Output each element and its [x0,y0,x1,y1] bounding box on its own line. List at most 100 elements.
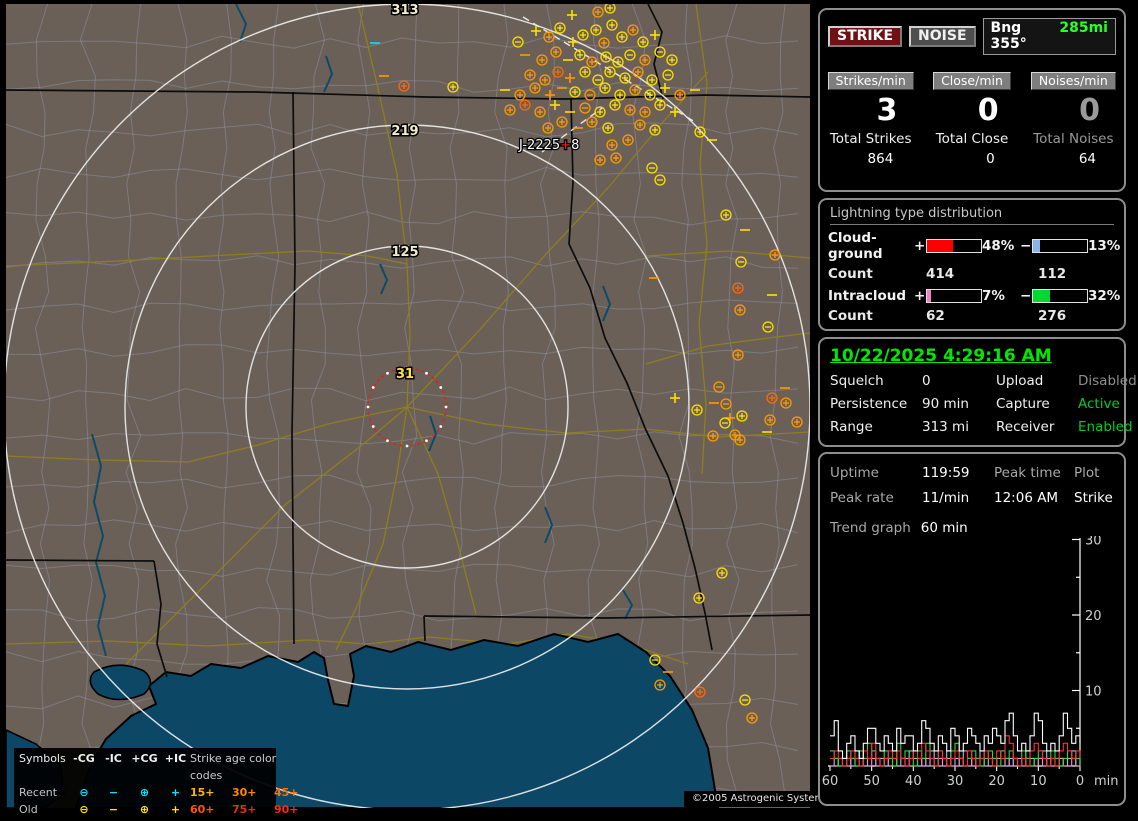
noise-mode-button[interactable]: NOISE [909,26,976,47]
strikes-per-min-value: 3 [876,93,898,128]
legend-col-pos-cg: +CG [131,752,158,765]
recent-neg-cg-icon: ⊖ [79,786,89,799]
cloud-ground-label: Cloud-ground [828,230,883,262]
legend-old-label: Old [19,803,38,816]
age-75: 75+ [232,803,257,816]
legend-recent-label: Recent [19,786,58,799]
trend-graph-label: Trend graph [830,520,911,536]
system-status-box: 10/22/2025 4:29:16 AM Squelch 0 Upload D… [818,337,1137,447]
svg-text:31: 31 [396,367,414,382]
ic-plus-percent: 7% [982,288,1005,304]
cg-plus-count: 414 [926,266,955,282]
trend-graph-window: 60 min [920,520,968,536]
svg-text:219: 219 [391,124,418,139]
total-noises-value: 64 [1078,151,1096,167]
peak-rate-value: 11/min [922,490,970,506]
old-neg-ic-icon: − [108,803,119,816]
capture-label: Capture [996,396,1050,412]
minus-sign: − [1020,288,1032,304]
uptime-value: 119:59 [922,465,970,481]
svg-text:20: 20 [988,774,1005,788]
peak-time-value: 12:06 AM [994,490,1059,506]
persistence-value: 90 min [922,396,969,412]
legend-col-neg-ic: -IC [105,752,122,765]
cg-minus-percent: 13% [1088,238,1121,254]
legend-col-pos-ic: +IC [164,752,187,765]
bearing-value: Bng 355° [990,20,1027,52]
uptime-label: Uptime [830,465,879,481]
svg-text:40: 40 [905,774,922,788]
map-legend: Symbols -CG -IC +CG +IC Strike age color… [14,748,299,821]
recent-pos-cg-icon: ⊕ [139,786,150,799]
capture-status: Active [1078,396,1120,412]
legend-col-neg-cg: -CG [73,752,95,765]
svg-text:10: 10 [1085,685,1102,700]
peak-rate-label: Peak rate [830,490,894,506]
ic-minus-bar [1032,289,1088,303]
receiver-label: Receiver [996,419,1055,435]
legend-symbols-header: Symbols [19,752,66,765]
distribution-title: Lightning type distribution [830,206,1114,225]
receiver-status: Enabled [1078,419,1133,435]
upload-status: Disabled [1078,373,1137,389]
age-60: 60+ [190,803,215,816]
svg-text:30: 30 [1085,536,1102,549]
total-close-label: Total Close [935,131,1009,147]
close-per-min-value: 0 [977,93,999,128]
minus-sign: − [1020,238,1032,254]
strike-mode-button[interactable]: STRIKE [828,26,903,47]
age-15: 15+ [190,786,215,799]
legend-age-title: Strike age color codes [190,752,277,782]
age-90: 90+ [274,803,299,816]
map-canvas[interactable]: 31 125 219 313 J-2225+8 [6,4,810,808]
plus-sign: + [914,238,926,254]
old-neg-cg-icon: ⊖ [79,803,89,816]
svg-text:125: 125 [391,245,418,260]
cg-plus-bar [926,239,982,253]
ic-minus-percent: 32% [1088,288,1121,304]
cg-minus-bar [1032,239,1088,253]
lightning-distribution-box: Lightning type distribution Cloud-ground… [818,198,1126,331]
svg-text:313: 313 [391,4,418,18]
total-strikes-value: 864 [867,151,894,167]
plus-sign: + [914,288,926,304]
old-pos-ic-icon: + [170,803,181,816]
strike-stats-box: STRIKE NOISE Bng 355° 285mi Strikes/min … [818,8,1126,192]
svg-text:60: 60 [822,774,838,788]
bearing-range-value: 285mi [1059,20,1108,36]
svg-text:10: 10 [1030,774,1047,788]
plot-label: Plot [1074,465,1100,481]
svg-text:20: 20 [1085,609,1102,624]
bearing-readout: Bng 355° 285mi [982,18,1116,55]
peak-time-label: Peak time [994,465,1061,481]
svg-text:50: 50 [863,774,880,788]
count-label: Count [828,308,873,324]
old-pos-cg-icon: ⊕ [139,803,150,816]
age-30: 30+ [232,786,257,799]
persistence-label: Persistence [830,396,908,412]
total-close-value: 0 [986,151,995,167]
svg-text:min: min [1094,774,1119,788]
plot-value: Strike [1074,490,1113,506]
strikes-per-min-header: Strikes/min [827,72,914,90]
copyright-text: ©2005 Astrogenic Systems [684,791,838,807]
cg-plus-percent: 48% [982,238,1015,254]
svg-text:30: 30 [947,774,964,788]
ic-minus-count: 276 [1038,308,1067,324]
range-value: 313 mi [922,419,969,435]
upload-label: Upload [996,373,1044,389]
recent-pos-ic-icon: + [170,786,181,799]
noises-per-min-value: 0 [1079,93,1100,128]
range-label: Range [830,419,873,435]
squelch-label: Squelch [830,373,884,389]
svg-text:0: 0 [1076,774,1084,788]
count-label: Count [828,266,873,282]
intracloud-label: Intracloud [828,288,907,304]
close-per-min-header: Close/min [933,72,1011,90]
ic-plus-count: 62 [926,308,945,324]
lightning-map[interactable]: 31 125 219 313 J-2225+8 Symbols -CG -IC +CG … [6,4,838,821]
datetime-display: 10/22/2025 4:29:16 AM [830,346,1052,366]
svg-text:J-2225+8: J-2225+8 [518,138,579,153]
status-panel: STRIKE NOISE Bng 355° 285mi Strikes/min … [818,0,1137,812]
total-noises-label: Total Noises [1033,131,1114,147]
